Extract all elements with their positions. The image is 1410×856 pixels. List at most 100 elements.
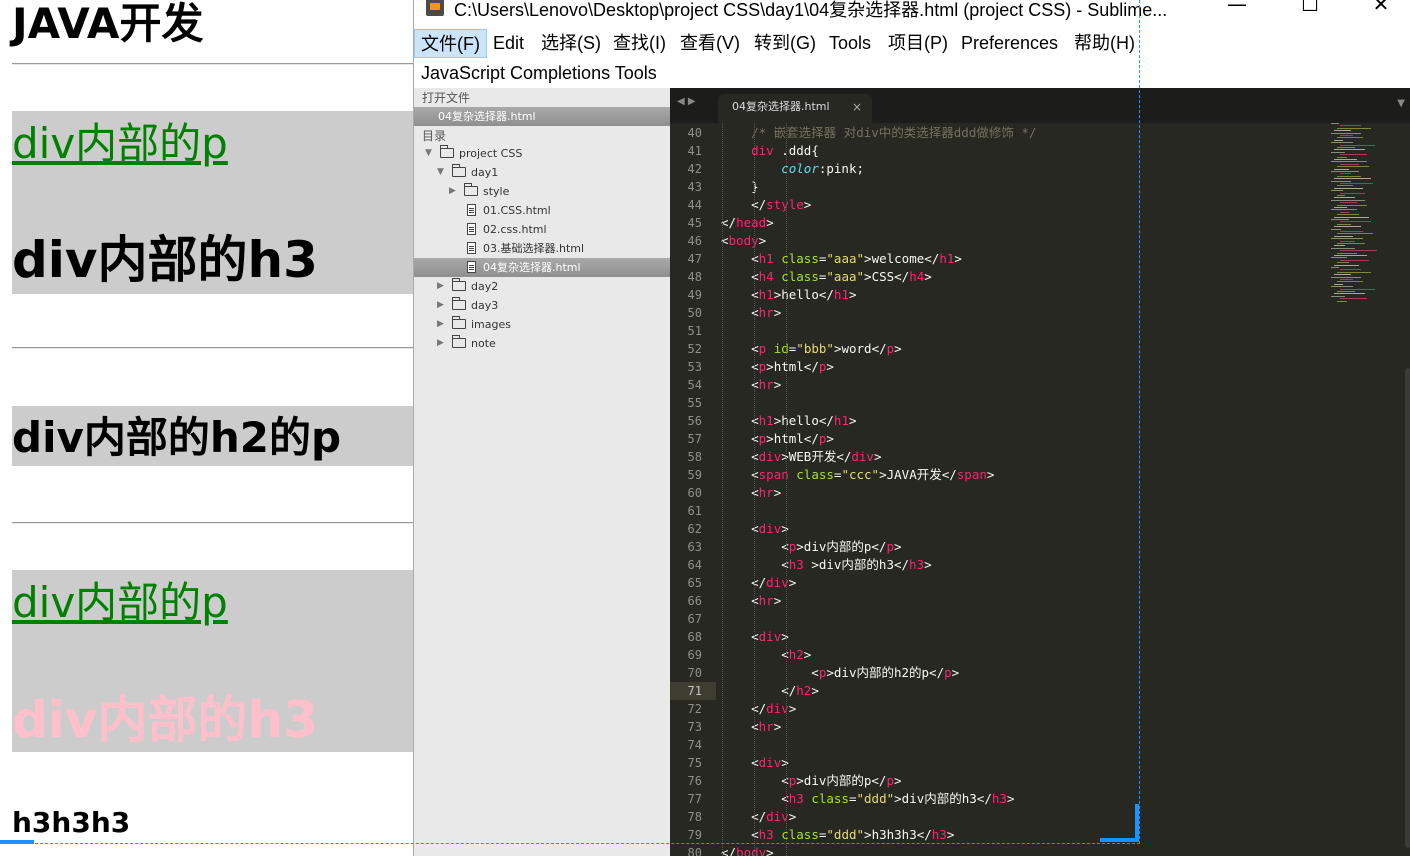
vertical-scrollbar[interactable] bbox=[1405, 368, 1410, 848]
tree-item-file[interactable]: 01.CSS.html bbox=[414, 201, 670, 220]
code-line: <h3 class="ddd">h3h3h3</h3> bbox=[721, 827, 955, 842]
minimap-line bbox=[1340, 259, 1369, 261]
minimap-line bbox=[1340, 173, 1351, 175]
code-line: <hr> bbox=[721, 485, 782, 500]
line-number: 45 bbox=[687, 216, 702, 230]
minimap-line bbox=[1331, 171, 1359, 172]
minimap-line bbox=[1334, 130, 1351, 132]
tab-close-icon[interactable]: × bbox=[852, 94, 862, 120]
menu-file[interactable]: 文件(F) bbox=[414, 29, 487, 58]
heading-h3h3h3: h3h3h3 bbox=[12, 806, 131, 839]
line-number: 60 bbox=[687, 486, 702, 500]
code-line: <div>WEB开发</div> bbox=[721, 449, 882, 464]
minimap-line bbox=[1340, 154, 1367, 156]
tree-label: images bbox=[471, 318, 511, 331]
tree-label: project CSS bbox=[459, 147, 523, 160]
menu-find[interactable]: 查找(I) bbox=[607, 29, 672, 58]
file-icon bbox=[467, 204, 476, 216]
horizontal-rule bbox=[12, 63, 413, 65]
code-area[interactable]: /* 嵌套选择器 对div中的类选择器ddd做修饰 */ div .ddd{ c… bbox=[721, 123, 1331, 856]
tree-item-style[interactable]: ▶ style bbox=[414, 182, 670, 201]
tree-label: style bbox=[483, 185, 510, 198]
menu-bar-row-2: JavaScript Completions Tools bbox=[414, 59, 1410, 89]
menu-tools[interactable]: Tools bbox=[823, 29, 877, 58]
minimap[interactable] bbox=[1331, 123, 1401, 303]
menu-help[interactable]: 帮助(H) bbox=[1068, 29, 1141, 58]
tree-label: day1 bbox=[471, 166, 499, 179]
sidebar: 打开文件 04复杂选择器.html 目录 ▼ project CSS ▼ day… bbox=[414, 88, 670, 856]
line-number: 55 bbox=[687, 396, 702, 410]
line-number: 41 bbox=[687, 144, 702, 158]
menu-project[interactable]: 项目(P) bbox=[882, 29, 954, 58]
tree-item-images[interactable]: ▶ images bbox=[414, 315, 670, 334]
folder-icon bbox=[452, 278, 466, 291]
minimap-line bbox=[1331, 238, 1363, 240]
code-line: <h2> bbox=[721, 647, 812, 662]
tree-item-day3[interactable]: ▶ day3 bbox=[414, 296, 670, 315]
tab-label: 04复杂选择器.html bbox=[732, 100, 830, 113]
line-number: 65 bbox=[687, 576, 702, 590]
menu-selection[interactable]: 选择(S) bbox=[535, 29, 607, 58]
tab-bar: ◀ ▶ 04复杂选择器.html × ▼ bbox=[670, 88, 1410, 123]
heading-div-h3-pink: div内部的h3 bbox=[12, 691, 318, 749]
minimap-line bbox=[1337, 271, 1371, 273]
code-line: <span class="ccc">JAVA开发</span> bbox=[721, 467, 995, 482]
code-line: <h3 >div内部的h3</h3> bbox=[721, 557, 932, 572]
tree-item-day1[interactable]: ▼ day1 bbox=[414, 163, 670, 182]
link-div-p[interactable]: div内部的p bbox=[12, 118, 228, 170]
tab-nav-arrows-icon[interactable]: ◀ ▶ bbox=[677, 96, 696, 107]
minimap-line bbox=[1334, 283, 1343, 285]
minimap-line bbox=[1331, 247, 1355, 249]
minimap-line bbox=[1340, 221, 1371, 223]
collapsed-arrow-icon: ▶ bbox=[437, 319, 444, 329]
folder-open-icon bbox=[452, 164, 466, 177]
maximize-button[interactable]: ☐ bbox=[1280, 0, 1340, 16]
line-number: 70 bbox=[687, 666, 702, 680]
menu-preferences[interactable]: Preferences bbox=[955, 29, 1064, 58]
tree-item-note[interactable]: ▶ note bbox=[414, 334, 670, 353]
menu-javascript-completions-tools[interactable]: JavaScript Completions Tools bbox=[415, 59, 663, 88]
heading-div-h3: div内部的h3 bbox=[12, 231, 318, 289]
tree-item-day2[interactable]: ▶ day2 bbox=[414, 277, 670, 296]
line-number: 71 bbox=[670, 682, 716, 700]
tree-item-file-selected[interactable]: 04复杂选择器.html bbox=[414, 258, 670, 277]
minimap-line bbox=[1340, 240, 1355, 242]
line-number: 74 bbox=[687, 738, 702, 752]
code-line: <p>div内部的h2的p</p> bbox=[721, 665, 960, 680]
expanded-arrow-icon: ▼ bbox=[425, 148, 432, 158]
line-number: 79 bbox=[687, 828, 702, 842]
tree-item-file[interactable]: 02.css.html bbox=[414, 220, 670, 239]
minimap-line bbox=[1337, 300, 1347, 302]
line-number: 44 bbox=[687, 198, 702, 212]
folder-icon bbox=[452, 297, 466, 310]
collapsed-arrow-icon: ▶ bbox=[437, 338, 444, 348]
browser-preview-pane: JAVA开发 div内部的p div内部的h3 div内部的h2的p div内部… bbox=[0, 0, 413, 856]
link-div-p-2[interactable]: div内部的p bbox=[12, 577, 228, 629]
open-file-item[interactable]: 04复杂选择器.html bbox=[414, 107, 670, 126]
selection-corner-handle[interactable] bbox=[1135, 804, 1139, 842]
line-number: 62 bbox=[687, 522, 702, 536]
selection-corner-handle[interactable] bbox=[1100, 838, 1139, 842]
close-button[interactable]: ✕ bbox=[1351, 0, 1410, 16]
line-number: 72 bbox=[687, 702, 702, 716]
code-line: </div> bbox=[721, 701, 797, 716]
minimize-button[interactable]: — bbox=[1207, 0, 1267, 16]
tab-dropdown-icon[interactable]: ▼ bbox=[1397, 98, 1405, 109]
tab-04-complex-selector[interactable]: 04复杂选择器.html × bbox=[718, 94, 872, 123]
tree-item-project-css[interactable]: ▼ project CSS bbox=[414, 144, 670, 163]
menu-view[interactable]: 查看(V) bbox=[674, 29, 746, 58]
title-bar: C:\Users\Lenovo\Desktop\project CSS\day1… bbox=[414, 0, 1410, 30]
minimap-line bbox=[1337, 127, 1371, 129]
tree-item-file[interactable]: 03.基础选择器.html bbox=[414, 239, 670, 258]
code-line: <p>html</p> bbox=[721, 359, 834, 374]
menu-edit[interactable]: Edit bbox=[487, 29, 530, 58]
window-title: C:\Users\Lenovo\Desktop\project CSS\day1… bbox=[454, 0, 1168, 20]
minimap-line bbox=[1340, 231, 1363, 232]
code-line: <hr> bbox=[721, 593, 782, 608]
code-line: <h1>hello</h1> bbox=[721, 287, 857, 302]
code-editor[interactable]: ◀ ▶ 04复杂选择器.html × ▼ 40 41 42 43 44 45 46 47 48 4… bbox=[670, 88, 1410, 856]
minimap-line bbox=[1331, 295, 1345, 297]
line-number: 49 bbox=[687, 288, 702, 302]
line-number: 75 bbox=[687, 756, 702, 770]
menu-goto[interactable]: 转到(G) bbox=[748, 29, 822, 58]
